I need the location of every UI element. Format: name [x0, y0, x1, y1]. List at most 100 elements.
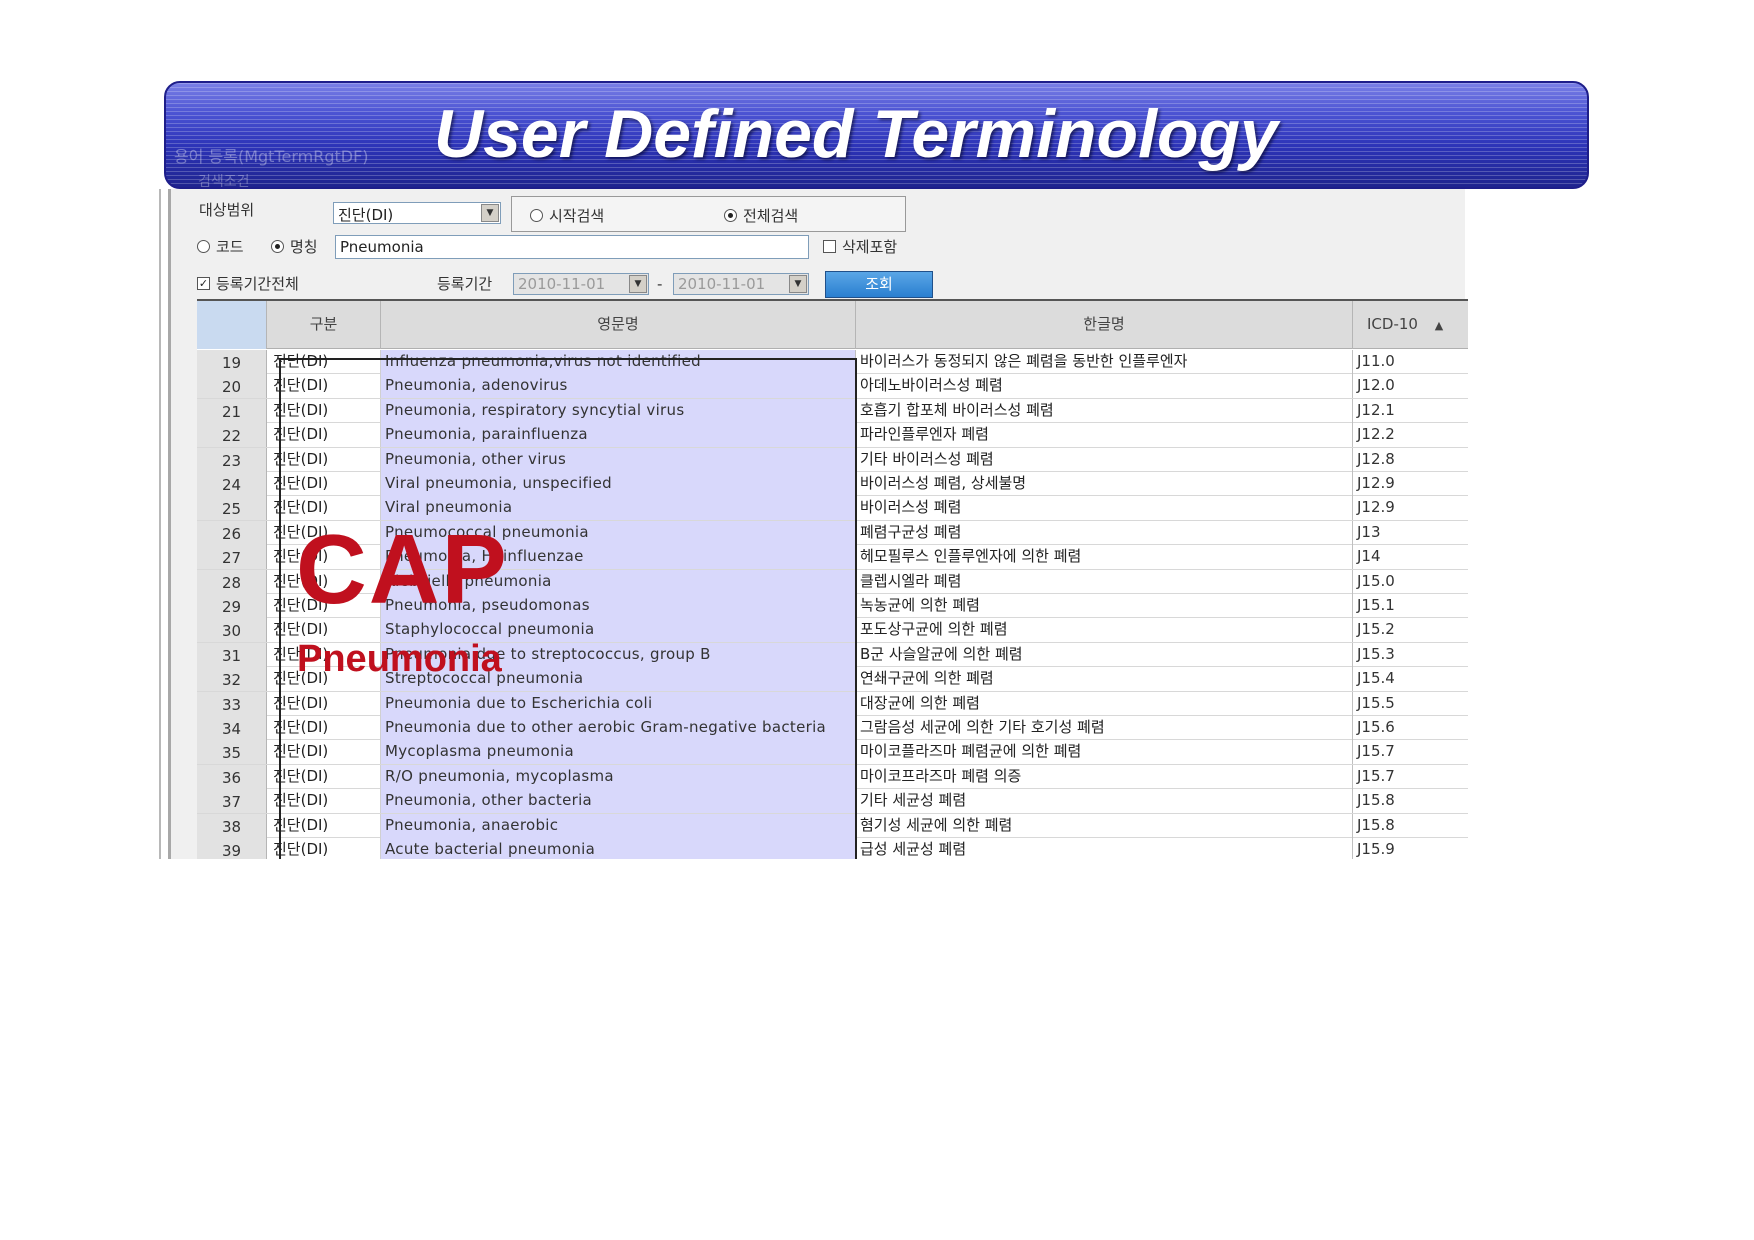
cell-icd[interactable]: J12.9: [1353, 472, 1468, 496]
search-input[interactable]: Pneumonia: [335, 235, 809, 259]
row-number[interactable]: 31: [197, 642, 267, 667]
table-row[interactable]: 37 진단(DI) Pneumonia, other bacteria 기타 세균성 …: [197, 789, 1468, 814]
cell-type[interactable]: 진단(DI): [267, 740, 381, 765]
cell-korean[interactable]: 급성 세균성 폐렴: [856, 838, 1353, 859]
cell-english[interactable]: Influenza pneumonia,virus not identified: [381, 350, 856, 374]
cell-english[interactable]: Acute bacterial pneumonia: [381, 838, 856, 859]
row-number[interactable]: 39: [197, 838, 267, 859]
cell-korean[interactable]: 바이러스성 폐렴: [856, 496, 1353, 521]
cell-icd[interactable]: J15.5: [1353, 692, 1468, 716]
cell-korean[interactable]: 마이코플라즈마 폐렴균에 의한 폐렴: [856, 740, 1353, 765]
row-number[interactable]: 38: [197, 813, 267, 838]
cell-korean[interactable]: 기타 바이러스성 폐렴: [856, 447, 1353, 472]
cell-english[interactable]: Pneumonia, respiratory syncytial virus: [381, 398, 856, 423]
cell-icd[interactable]: J15.7: [1353, 740, 1468, 764]
row-number[interactable]: 27: [197, 545, 267, 570]
all-period-checkbox[interactable]: ✓ 등록기간전체: [197, 273, 299, 294]
cell-icd[interactable]: J15.1: [1353, 594, 1468, 618]
include-deleted-checkbox[interactable]: 삭제포함: [823, 236, 897, 257]
cell-type[interactable]: 진단(DI): [267, 813, 381, 838]
cell-type[interactable]: 진단(DI): [267, 764, 381, 789]
cell-icd[interactable]: J15.7: [1353, 765, 1468, 789]
cell-korean[interactable]: 그람음성 세균에 의한 기타 호기성 폐렴: [856, 716, 1353, 740]
cell-english[interactable]: Mycoplasma pneumonia: [381, 740, 856, 765]
table-row[interactable]: 19 진단(DI) Influenza pneumonia,virus not id…: [197, 350, 1468, 375]
cell-type[interactable]: 진단(DI): [267, 691, 381, 716]
cell-korean[interactable]: 녹농균에 의한 폐렴: [856, 594, 1353, 618]
cell-english[interactable]: Pneumonia, parainfluenza: [381, 423, 856, 448]
cell-type[interactable]: 진단(DI): [267, 789, 381, 814]
row-number[interactable]: 32: [197, 667, 267, 692]
cell-icd[interactable]: J15.6: [1353, 716, 1468, 740]
cell-type[interactable]: 진단(DI): [267, 447, 381, 472]
cell-korean[interactable]: 호흡기 합포체 바이러스성 폐렴: [856, 398, 1353, 423]
cell-icd[interactable]: J13: [1353, 521, 1468, 545]
table-row[interactable]: 36 진단(DI) R/O pneumonia, mycoplasma 마이코프라즈마…: [197, 764, 1468, 790]
cell-english[interactable]: Pneumonia due to other aerobic Gram-nega…: [381, 716, 856, 740]
chevron-down-icon[interactable]: ▼: [481, 204, 499, 222]
row-number[interactable]: 25: [197, 496, 267, 521]
cell-korean[interactable]: 마이코프라즈마 폐렴 의증: [856, 764, 1353, 789]
radio-indicator[interactable]: [724, 209, 737, 222]
cell-korean[interactable]: 파라인플루엔자 폐렴: [856, 423, 1353, 448]
cell-icd[interactable]: J11.0: [1353, 350, 1468, 374]
cell-korean[interactable]: 아데노바이러스성 폐렴: [856, 374, 1353, 399]
checkbox-box[interactable]: [823, 240, 836, 253]
row-number[interactable]: 29: [197, 594, 267, 618]
table-row[interactable]: 39 진단(DI) Acute bacterial pneumonia 급성 세균성 …: [197, 838, 1468, 859]
row-number[interactable]: 26: [197, 520, 267, 545]
table-row[interactable]: 35 진단(DI) Mycoplasma pneumonia 마이코플라즈마 폐렴균에…: [197, 740, 1468, 765]
cell-korean[interactable]: 기타 세균성 폐렴: [856, 789, 1353, 814]
row-number[interactable]: 20: [197, 374, 267, 399]
table-row[interactable]: 22 진단(DI) Pneumonia, parainfluenza 파라인플루엔자 …: [197, 423, 1468, 448]
cell-icd[interactable]: J15.4: [1353, 667, 1468, 691]
row-number[interactable]: 36: [197, 764, 267, 789]
row-number[interactable]: 28: [197, 569, 267, 594]
table-row[interactable]: 38 진단(DI) Pneumonia, anaerobic 혐기성 세균에 의한 폐…: [197, 813, 1468, 838]
table-row[interactable]: 33 진단(DI) Pneumonia due to Escherichia col…: [197, 691, 1468, 716]
query-button[interactable]: 조회: [825, 271, 933, 298]
cell-icd[interactable]: J12.2: [1353, 423, 1468, 447]
table-row[interactable]: 20 진단(DI) Pneumonia, adenovirus 아데노바이러스성 폐렴…: [197, 374, 1468, 399]
radio-indicator[interactable]: [530, 209, 543, 222]
cell-icd[interactable]: J14: [1353, 545, 1468, 569]
start-search-radio[interactable]: 시작검색: [530, 205, 604, 226]
cell-icd[interactable]: J15.8: [1353, 789, 1468, 813]
row-number[interactable]: 22: [197, 423, 267, 448]
cell-icd[interactable]: J15.9: [1353, 838, 1468, 859]
cell-korean[interactable]: 바이러스성 폐렴, 상세불명: [856, 472, 1353, 496]
cell-icd[interactable]: J12.1: [1353, 399, 1468, 423]
cell-english[interactable]: Pneumonia, anaerobic: [381, 813, 856, 838]
header-icd[interactable]: ICD-10 ▲: [1353, 301, 1468, 349]
row-number[interactable]: 19: [197, 350, 267, 374]
cell-type[interactable]: 진단(DI): [267, 472, 381, 496]
date-to-picker[interactable]: 2010-11-01 ▼: [673, 273, 809, 295]
table-row[interactable]: 21 진단(DI) Pneumonia, respiratory syncytial…: [197, 398, 1468, 424]
cell-english[interactable]: Pneumonia, other bacteria: [381, 789, 856, 814]
header-corner[interactable]: [197, 301, 267, 349]
cell-icd[interactable]: J12.8: [1353, 448, 1468, 472]
cell-type[interactable]: 진단(DI): [267, 350, 381, 374]
cell-korean[interactable]: 포도상구균에 의한 폐렴: [856, 618, 1353, 643]
check-icon[interactable]: ✓: [197, 277, 210, 290]
table-row[interactable]: 24 진단(DI) Viral pneumonia, unspecified 바이러스…: [197, 472, 1468, 497]
cell-type[interactable]: 진단(DI): [267, 423, 381, 448]
cell-icd[interactable]: J15.8: [1353, 814, 1468, 838]
full-search-radio[interactable]: 전체검색: [724, 205, 798, 226]
row-number[interactable]: 37: [197, 789, 267, 814]
row-number[interactable]: 34: [197, 716, 267, 740]
cell-english[interactable]: Pneumonia, adenovirus: [381, 374, 856, 399]
chevron-down-icon[interactable]: ▼: [629, 275, 647, 293]
sort-up-icon[interactable]: ▲: [1435, 319, 1443, 332]
table-row[interactable]: 34 진단(DI) Pneumonia due to other aerobic G…: [197, 716, 1468, 741]
cell-korean[interactable]: 바이러스가 동정되지 않은 폐렴을 동반한 인플루엔자: [856, 350, 1353, 374]
row-number[interactable]: 35: [197, 740, 267, 765]
cell-icd[interactable]: J15.2: [1353, 618, 1468, 642]
cell-korean[interactable]: 대장균에 의한 폐렴: [856, 691, 1353, 716]
row-number[interactable]: 24: [197, 472, 267, 496]
code-radio[interactable]: 코드: [197, 236, 244, 257]
chevron-down-icon[interactable]: ▼: [789, 275, 807, 293]
cell-icd[interactable]: J15.3: [1353, 643, 1468, 667]
cell-icd[interactable]: J12.9: [1353, 496, 1468, 520]
radio-indicator[interactable]: [271, 240, 284, 253]
